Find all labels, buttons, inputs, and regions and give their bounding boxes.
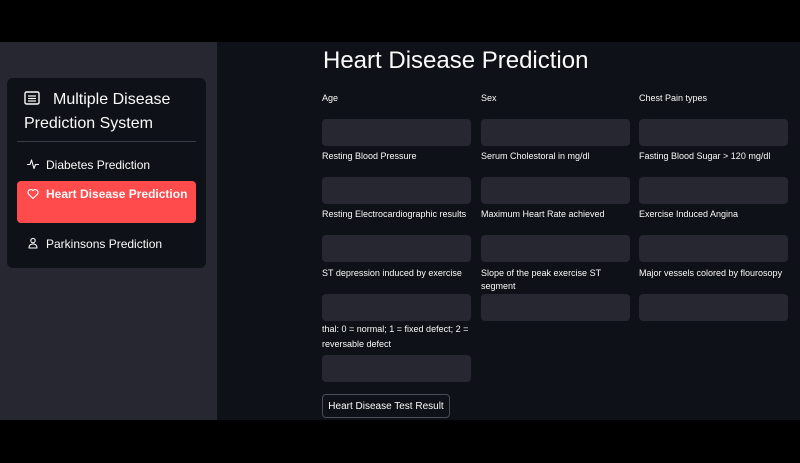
- field-label: Exercise Induced Angina: [639, 209, 739, 219]
- activity-icon: [27, 159, 39, 170]
- fasting-sugar-field: Fasting Blood Sugar > 120 mg/dl: [639, 150, 788, 204]
- field-label: Sex: [481, 93, 497, 103]
- st-slope-field: Slope of the peak exercise ST segment: [481, 267, 630, 321]
- field-label: Major vessels colored by flourosopy: [639, 268, 783, 278]
- option-menu: Multiple Disease Prediction System Diabe…: [7, 78, 206, 268]
- field-label: thal: 0 = normal; 1 = fixed defect; 2 = …: [322, 324, 469, 349]
- menu-item-label: Heart Disease Prediction: [46, 187, 188, 201]
- resting-bp-input[interactable]: [322, 177, 471, 204]
- field-label: Maximum Heart Rate achieved: [481, 209, 605, 219]
- menu-divider: [17, 141, 196, 142]
- thal-field: thal: 0 = normal; 1 = fixed defect; 2 = …: [322, 282, 471, 382]
- page-title: Heart Disease Prediction: [323, 47, 589, 74]
- field-label: Resting Blood Pressure: [322, 151, 417, 161]
- age-input[interactable]: [322, 119, 471, 146]
- thal-input[interactable]: [322, 355, 471, 382]
- chest-pain-input[interactable]: [639, 119, 788, 146]
- cholesterol-field: Serum Cholestoral in mg/dl: [481, 150, 630, 204]
- max-heart-rate-field: Maximum Heart Rate achieved: [481, 208, 630, 262]
- menu-title: Multiple Disease Prediction System: [24, 91, 171, 132]
- resting-ecg-input[interactable]: [322, 235, 471, 262]
- resting-ecg-field: Resting Electrocardiographic results: [322, 208, 471, 262]
- field-label: Slope of the peak exercise ST segment: [481, 268, 601, 291]
- age-field: Age: [322, 92, 471, 146]
- major-vessels-input[interactable]: [639, 294, 788, 321]
- exercise-angina-field: Exercise Induced Angina: [639, 208, 788, 262]
- menu-item-diabetes[interactable]: Diabetes Prediction: [17, 152, 196, 178]
- menu-item-label: Parkinsons Prediction: [46, 237, 163, 251]
- sex-input[interactable]: [481, 119, 630, 146]
- field-label: Age: [322, 93, 339, 103]
- field-label: Chest Pain types: [639, 93, 708, 103]
- sex-field: Sex: [481, 92, 630, 146]
- resting-bp-field: Resting Blood Pressure: [322, 150, 471, 204]
- app-window: Multiple Disease Prediction System Diabe…: [0, 42, 800, 420]
- main-content: Heart Disease Prediction Age Sex Chest P…: [217, 42, 800, 420]
- chest-pain-field: Chest Pain types: [639, 92, 788, 146]
- cholesterol-input[interactable]: [481, 177, 630, 204]
- person-icon: [28, 237, 38, 249]
- heart-icon: [27, 188, 39, 200]
- exercise-angina-input[interactable]: [639, 235, 788, 262]
- menu-item-heart-disease[interactable]: Heart Disease Prediction: [17, 181, 196, 223]
- field-label: Fasting Blood Sugar > 120 mg/dl: [639, 151, 771, 161]
- field-label: Serum Cholestoral in mg/dl: [481, 151, 590, 161]
- st-slope-input[interactable]: [481, 294, 630, 321]
- menu-item-parkinsons[interactable]: Parkinsons Prediction: [17, 231, 196, 257]
- menu-item-label: Diabetes Prediction: [46, 158, 151, 172]
- fasting-sugar-input[interactable]: [639, 177, 788, 204]
- major-vessels-field: Major vessels colored by flourosopy: [639, 267, 788, 321]
- heart-test-result-button[interactable]: Heart Disease Test Result: [322, 394, 450, 418]
- field-label: Resting Electrocardiographic results: [322, 209, 467, 219]
- sidebar: Multiple Disease Prediction System Diabe…: [0, 42, 217, 420]
- max-heart-rate-input[interactable]: [481, 235, 630, 262]
